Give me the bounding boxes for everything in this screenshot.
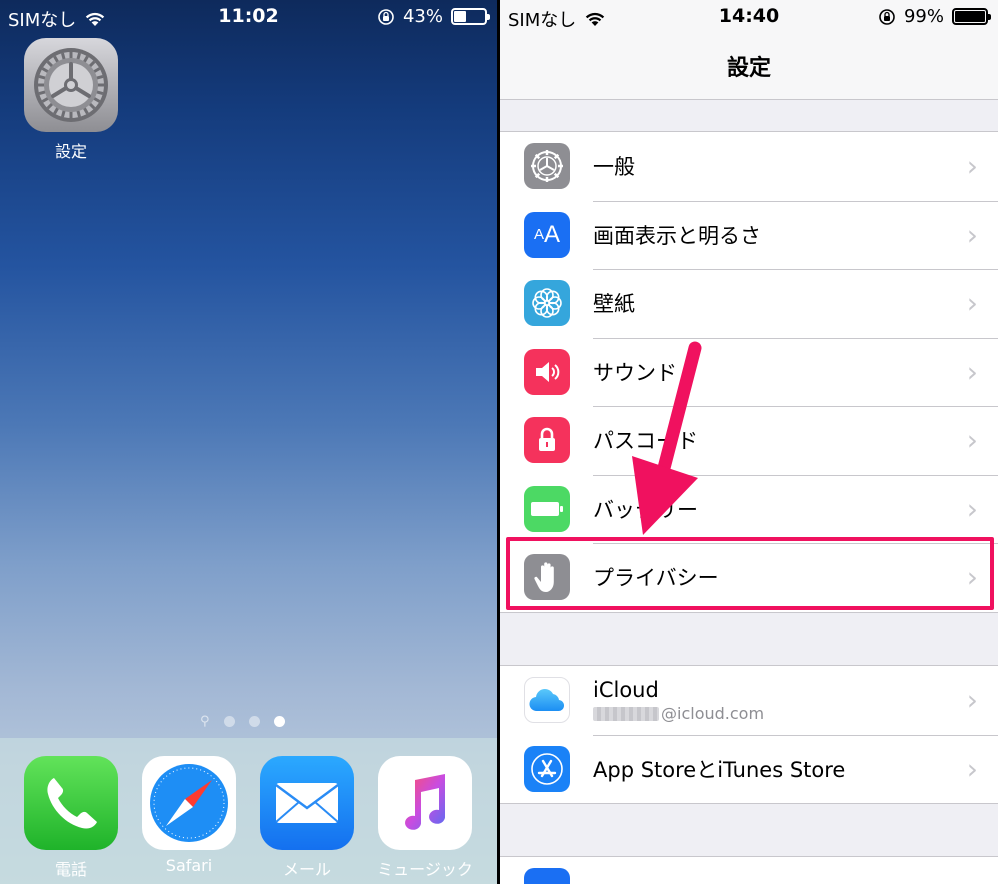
settings-screen: SIMなし 14:40 99% 設定 一般 › A A 画面表示と明るさ › 壁…	[500, 0, 998, 884]
page-dot-active	[273, 716, 285, 727]
app-store-icon	[524, 745, 570, 792]
battery-icon	[524, 485, 570, 532]
settings-row-battery[interactable]: バッテリー ›	[500, 474, 998, 544]
speaker-icon	[524, 348, 570, 395]
app-label: メール	[282, 860, 331, 879]
status-bar: SIMなし 14:40 99%	[500, 0, 998, 34]
status-bar: SIMなし 11:02 43%	[0, 0, 497, 34]
app-label: Safari	[165, 856, 213, 875]
settings-row-display-brightness[interactable]: AA 画面表示と明るさ ›	[500, 200, 998, 270]
mail-app[interactable]: メール	[259, 756, 355, 880]
page-indicator[interactable]: ⚲	[200, 714, 285, 729]
text-size-icon: AA	[524, 211, 570, 258]
chevron-right-icon: ›	[966, 218, 978, 252]
settings-gear-icon	[24, 38, 118, 132]
row-label: 壁紙	[593, 292, 635, 317]
chevron-right-icon: ›	[966, 752, 978, 786]
lock-icon	[524, 417, 570, 463]
search-icon: ⚲	[200, 714, 210, 729]
settings-app-icon-tile[interactable]: 設定	[23, 38, 119, 162]
icloud-account-email: @icloud.com	[593, 704, 764, 723]
page-title: 設定	[726, 56, 771, 81]
settings-row-wallpaper[interactable]: 壁紙 ›	[500, 269, 998, 338]
battery-icon	[952, 8, 991, 25]
flower-icon	[524, 280, 570, 326]
redacted-username	[593, 707, 659, 722]
mail-envelope-icon	[260, 756, 354, 850]
settings-row-sounds[interactable]: サウンド ›	[500, 337, 998, 407]
page-dot	[223, 716, 235, 727]
settings-group-next	[500, 856, 998, 884]
dock: 電話 Safari メール ミュージック	[0, 738, 497, 884]
chevron-right-icon: ›	[966, 286, 978, 320]
row-label: App StoreとiTunes Store	[593, 757, 846, 782]
row-label: iCloud	[593, 677, 659, 702]
row-label: サウンド	[593, 360, 677, 385]
battery-percent: 43%	[402, 6, 443, 27]
rotation-lock-icon	[879, 8, 895, 25]
phone-icon	[24, 756, 118, 850]
chevron-right-icon: ›	[966, 355, 978, 389]
mail-icon	[524, 868, 570, 884]
battery-icon	[451, 8, 490, 25]
row-label: 画面表示と明るさ	[593, 223, 761, 248]
app-label: 設定	[54, 142, 87, 161]
rotation-lock-icon	[378, 8, 394, 25]
app-label: ミュージック	[377, 860, 473, 879]
chevron-right-icon: ›	[966, 149, 978, 183]
hand-icon	[524, 554, 570, 600]
row-label: プライバシー	[593, 566, 719, 591]
compass-icon	[142, 756, 236, 850]
row-label: 一般	[593, 155, 635, 180]
phone-app[interactable]: 電話	[23, 756, 119, 880]
settings-row-general[interactable]: 一般 ›	[500, 132, 998, 201]
row-label: パスコード	[593, 429, 698, 454]
app-label: 電話	[54, 860, 87, 879]
settings-row-privacy[interactable]: プライバシー ›	[500, 543, 998, 612]
settings-row-app-store[interactable]: App StoreとiTunes Store ›	[500, 734, 998, 804]
settings-group-accounts: iCloud @icloud.com › App StoreとiTunes St…	[500, 665, 998, 804]
gear-icon	[524, 143, 570, 189]
battery-percent: 99%	[903, 6, 944, 27]
settings-group-general: 一般 › AA 画面表示と明るさ › 壁紙 › サウンド › パスコード › バ…	[500, 131, 998, 613]
music-note-icon	[378, 756, 472, 850]
home-screen: SIMなし 11:02 43% 設定 ⚲ 電話 Safari メール ミュージッ…	[0, 0, 497, 884]
page-dot	[248, 716, 260, 727]
row-label: バッテリー	[593, 497, 698, 522]
safari-app[interactable]: Safari	[141, 756, 237, 875]
navigation-bar: SIMなし 14:40 99% 設定	[500, 0, 998, 100]
settings-row-icloud[interactable]: iCloud @icloud.com ›	[500, 666, 998, 735]
chevron-right-icon: ›	[966, 683, 978, 717]
music-app[interactable]: ミュージック	[377, 756, 473, 880]
chevron-right-icon: ›	[966, 492, 978, 526]
chevron-right-icon: ›	[966, 423, 978, 457]
chevron-right-icon: ›	[966, 560, 978, 594]
settings-row-passcode[interactable]: パスコード ›	[500, 406, 998, 475]
cloud-icon	[524, 677, 570, 723]
